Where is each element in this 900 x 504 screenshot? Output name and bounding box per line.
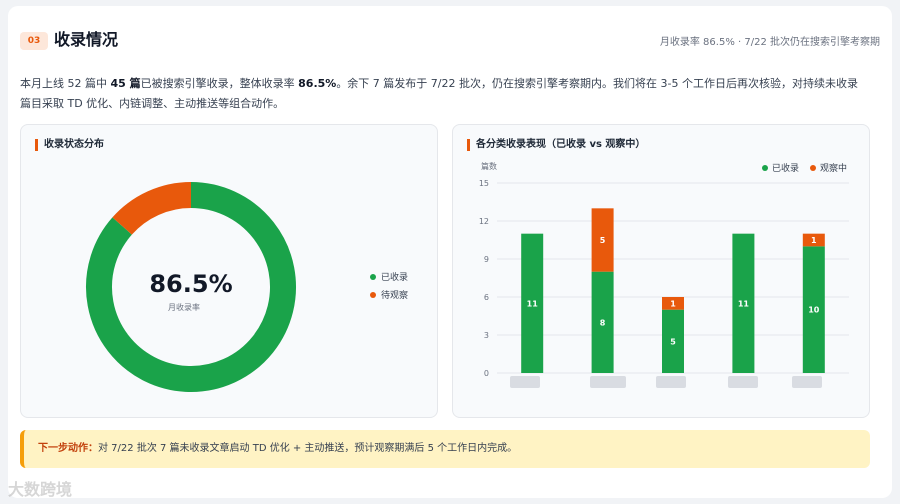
bar-5-series-2-label: 1 bbox=[811, 236, 817, 245]
section-number-badge: 03 bbox=[20, 32, 48, 50]
section-title: 收录情况 bbox=[54, 30, 119, 49]
donut-chart: 86.5% 月收录率 已收录待观察 bbox=[86, 182, 408, 392]
donut-chart-panel: 收录状态分布 86.5% 月收录率 已收录待观察 bbox=[20, 124, 438, 418]
category-label-3-obscured bbox=[656, 376, 686, 388]
bar-legend-swatch-1 bbox=[762, 165, 768, 171]
bar-5-series-1-label: 10 bbox=[808, 306, 820, 315]
y-tick-3: 3 bbox=[484, 331, 489, 340]
section-header: 03 收录情况 月收录率 86.5% · 7/22 批次仍在搜索引擎考察期 bbox=[20, 24, 880, 56]
category-label-1-obscured bbox=[510, 376, 540, 388]
summary-paragraph: 本月上线 52 篇中 45 篇已被搜索引擎收录，整体收录率 86.5%。余下 7… bbox=[20, 74, 868, 114]
bar-legend-label-1: 已收录 bbox=[772, 162, 799, 174]
bar-chart-title: 各分类收录表现（已收录 vs 观察中） bbox=[467, 139, 645, 151]
next-action-text: 对 7/22 批次 7 篇未收录文章启动 TD 优化 + 主动推送，预计观察期满… bbox=[98, 443, 518, 454]
bar-3-series-1-label: 5 bbox=[670, 337, 676, 346]
y-tick-15: 15 bbox=[479, 179, 489, 188]
donut-center-value: 86.5% bbox=[149, 270, 232, 298]
donut-legend-swatch-1 bbox=[370, 274, 376, 280]
watermark-logo: 大数跨境 bbox=[8, 480, 73, 499]
donut-legend-label-2: 待观察 bbox=[381, 289, 408, 301]
y-tick-12: 12 bbox=[479, 217, 489, 226]
category-label-2-obscured bbox=[590, 376, 626, 388]
donut-chart-title: 收录状态分布 bbox=[35, 139, 104, 151]
donut-slice-2[interactable] bbox=[112, 182, 192, 235]
bar-3-series-2-label: 1 bbox=[670, 299, 676, 308]
summary-indexed-count: 45 篇 bbox=[110, 77, 141, 90]
y-tick-9: 9 bbox=[484, 255, 489, 264]
bar-legend-label-2: 观察中 bbox=[820, 162, 847, 174]
bar-2-series-2-label: 5 bbox=[600, 236, 606, 245]
next-action-label: 下一步动作： bbox=[38, 443, 98, 454]
donut-legend-swatch-2 bbox=[370, 292, 376, 298]
y-axis-label: 篇数 bbox=[481, 161, 497, 171]
summary-text-2: 已被搜索引擎收录，整体收录率 bbox=[140, 77, 299, 90]
section-subtitle: 月收录率 86.5% · 7/22 批次仍在搜索引擎考察期 bbox=[659, 37, 880, 48]
summary-index-rate: 86.5% bbox=[298, 77, 337, 90]
bar-chart-panel: 各分类收录表现（已收录 vs 观察中） 篇数 0 3 6 9 12 15 11 8 5 5 1 11… bbox=[452, 124, 870, 418]
next-action-banner: 下一步动作：对 7/22 批次 7 篇未收录文章启动 TD 优化 + 主动推送，… bbox=[20, 430, 870, 468]
donut-center-label: 月收录率 bbox=[168, 302, 200, 312]
bar-2-series-1-label: 8 bbox=[600, 318, 606, 327]
stacked-bar-chart: 篇数 03691215 118551 11101 已收录 观察中 bbox=[479, 161, 849, 378]
bar-legend-swatch-2 bbox=[810, 165, 816, 171]
category-label-4-obscured bbox=[728, 376, 758, 388]
y-tick-0: 0 bbox=[484, 369, 489, 378]
y-tick-6: 6 bbox=[484, 293, 489, 302]
bar-4-series-1-label: 11 bbox=[738, 299, 750, 308]
donut-legend-label-1: 已收录 bbox=[381, 271, 408, 283]
category-label-5-obscured bbox=[792, 376, 822, 388]
summary-text-1: 本月上线 52 篇中 bbox=[20, 77, 111, 90]
bar-1-series-1-label: 11 bbox=[527, 299, 539, 308]
